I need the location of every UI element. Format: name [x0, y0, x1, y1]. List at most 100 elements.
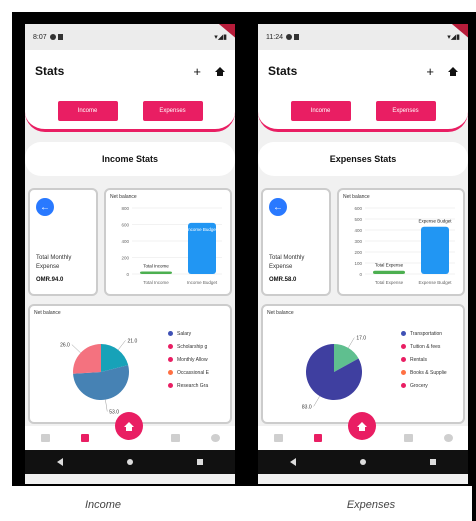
nav-stats-icon[interactable] [313, 434, 322, 442]
y-tick-label: 100 [354, 261, 362, 266]
nav-calendar-icon[interactable] [40, 434, 50, 442]
back-arrow-icon[interactable]: ← [36, 198, 54, 216]
legend-dot-icon [401, 370, 406, 376]
legend-item: Occassional E [168, 367, 209, 380]
income-tab-button[interactable]: Income [57, 100, 118, 121]
nav-clock-icon[interactable] [210, 434, 220, 442]
battery-icon: ▾◢▮ [447, 34, 460, 41]
y-tick-label: 0 [359, 272, 362, 277]
home-fab-button[interactable] [348, 412, 376, 440]
pie-slice [73, 344, 101, 374]
home-icon [357, 421, 367, 431]
section-title: Income Stats [25, 142, 235, 176]
tab-switcher: Income Expenses [25, 92, 235, 132]
legend-item: Monthly Allow [168, 354, 209, 367]
legend-dot-icon [401, 383, 406, 389]
y-tick-label: 200 [354, 250, 362, 255]
y-tick-label: 600 [121, 223, 129, 228]
summary-amount: OMR.58.0 [269, 277, 297, 283]
summary-amount: OMR.94.0 [36, 277, 64, 283]
pie-chart: 21.0 53.0 26.0 [60, 338, 138, 416]
nav-wallet-icon[interactable] [170, 434, 180, 442]
bar-total [373, 270, 405, 274]
home-circle-icon[interactable] [360, 459, 366, 465]
bar-label: Income Budget [187, 227, 218, 232]
legend-item: Rentals [401, 354, 447, 367]
bar-chart-card: Net balance 600 500 400 300 200 100 0 Total Exp… [337, 188, 465, 296]
status-icon [286, 33, 292, 40]
legend-dot-icon [401, 331, 406, 337]
expenses-tab-button[interactable]: Expenses [375, 100, 436, 121]
status-time: 11:24 [266, 33, 283, 41]
sim-icon [294, 33, 299, 40]
pie-chart-card: Net balance 21.0 53.0 26.0 Salary Scholars… [28, 304, 232, 424]
pie-legend: Salary Scholarship g Monthly Allow Occas… [168, 328, 209, 393]
x-tick-label: Total Expense [375, 280, 404, 285]
legend-dot-icon [168, 344, 173, 350]
home-icon[interactable] [215, 66, 225, 76]
nav-stats-icon[interactable] [80, 434, 89, 442]
y-tick-label: 300 [354, 239, 362, 244]
legend-item: Transportation [401, 328, 447, 341]
back-arrow-icon[interactable]: ← [269, 198, 287, 216]
legend-item: Salary [168, 328, 209, 341]
income-tab-button[interactable]: Income [290, 100, 351, 121]
caption-expenses: Expenses [346, 499, 396, 511]
system-nav-bar [25, 450, 235, 474]
section-title: Expenses Stats [258, 142, 468, 176]
legend-item: Research Gra [168, 380, 209, 393]
home-circle-icon[interactable] [127, 459, 133, 465]
legend-dot-icon [168, 331, 173, 337]
recents-icon[interactable] [430, 459, 436, 465]
pie-slice-label: 53.0 [109, 410, 119, 416]
back-icon[interactable] [57, 458, 63, 466]
status-bar: 11:24 ▾◢▮ [258, 24, 468, 50]
bar-label: Expense Budget [418, 219, 452, 224]
bar-chart: 800 600 400 200 0 Total Income Income Budget To… [121, 206, 222, 285]
system-nav-bar [258, 450, 468, 474]
status-icon [49, 33, 56, 40]
nav-clock-icon[interactable] [443, 434, 453, 442]
pie-leader-line [71, 344, 81, 354]
legend-dot-icon [168, 370, 173, 376]
page-title: Stats [35, 64, 65, 78]
battery-icon: ▾◢▮ [214, 34, 227, 41]
add-icon[interactable]: + [426, 64, 434, 79]
pie-chart-title: Net balance [267, 310, 294, 316]
expenses-tab-button[interactable]: Expenses [142, 100, 203, 121]
nav-wallet-icon[interactable] [403, 434, 413, 442]
pie-chart: 17.0 83.0 [302, 336, 366, 411]
legend-dot-icon [401, 344, 406, 350]
home-fab-button[interactable] [115, 412, 143, 440]
x-tick-label: Income Budget [187, 280, 218, 285]
page-title: Stats [268, 64, 298, 78]
nav-calendar-icon[interactable] [273, 434, 283, 442]
y-tick-label: 400 [354, 228, 362, 233]
legend-item: Books & Supplie [401, 367, 447, 380]
legend-dot-icon [168, 357, 173, 363]
pie-slice-label: 17.0 [356, 336, 366, 342]
pie-slice-label: 26.0 [60, 343, 70, 349]
recents-icon[interactable] [197, 459, 203, 465]
bar-label: Total Expense [375, 263, 404, 268]
pie-leader-line [117, 340, 126, 351]
home-icon [124, 421, 134, 431]
y-tick-label: 600 [354, 206, 362, 211]
pie-slice-label: 21.0 [128, 338, 138, 344]
caption-income: Income [84, 499, 122, 511]
bar-budget [421, 226, 449, 274]
home-icon[interactable] [448, 66, 458, 76]
phone-screen-expenses: 11:24 ▾◢▮ Stats + Income Expenses Expens… [258, 24, 468, 484]
pie-chart-card: Net balance 17.0 83.0 Transportation Tuit… [261, 304, 465, 424]
sim-icon [57, 33, 63, 40]
legend-dot-icon [168, 383, 173, 389]
y-tick-label: 400 [121, 239, 129, 244]
back-icon[interactable] [290, 458, 296, 466]
x-tick-label: Expense Budget [418, 280, 452, 285]
add-icon[interactable]: + [193, 64, 201, 79]
y-tick-label: 500 [354, 217, 362, 222]
bar-total [140, 271, 172, 274]
phone-screen-income: 8:07 ▾◢▮ Stats + Income Expenses Income … [25, 24, 235, 484]
summary-card: ← Total Monthly Expense OMR.94.0 [28, 188, 98, 296]
bar-chart-card: Net balance 800 600 400 200 0 Total Income Inc… [104, 188, 232, 296]
